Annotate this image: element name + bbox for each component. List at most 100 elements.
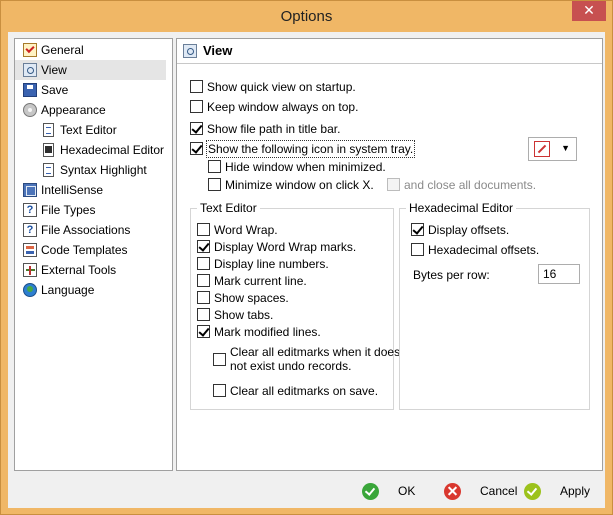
- checkbox-label: Clear all editmarks on save.: [230, 384, 379, 398]
- options-window: Options ✕ General View Save Appearance T…: [0, 0, 613, 515]
- nav-item-file-associations[interactable]: ? File Associations: [15, 220, 166, 240]
- title-bar[interactable]: Options ✕: [1, 1, 612, 32]
- text-editor-group: Text Editor Word Wrap. Display Word Wrap…: [190, 201, 400, 410]
- tools-icon: [23, 263, 37, 277]
- nav-label: Language: [41, 283, 95, 297]
- checkbox-box[interactable]: [197, 240, 210, 253]
- bytes-per-row-label: Bytes per row:: [413, 268, 490, 282]
- checkbox-label: Show quick view on startup.: [207, 80, 356, 94]
- nav-label: General: [41, 43, 84, 57]
- nav-label: File Types: [41, 203, 96, 217]
- category-tree: General View Save Appearance Text Editor…: [14, 38, 173, 471]
- view-settings-panel: View Show quick view on startup. Keep wi…: [176, 38, 603, 471]
- nav-item-save[interactable]: Save: [15, 80, 166, 100]
- nav-item-language[interactable]: Language: [15, 280, 166, 300]
- apply-label: Apply: [560, 484, 591, 498]
- checkbox-box: [387, 178, 400, 191]
- intellisense-icon: [23, 183, 37, 197]
- checkbox-box[interactable]: [213, 384, 226, 397]
- group-title: Text Editor: [197, 201, 260, 215]
- checkbox-label: Hide window when minimized.: [225, 160, 386, 174]
- apply-button[interactable]: Apply: [524, 482, 590, 502]
- checkbox-label: Keep window always on top.: [207, 100, 359, 114]
- checkbox-box[interactable]: [197, 223, 210, 236]
- nav-item-file-types[interactable]: ? File Types: [15, 200, 166, 220]
- nav-item-syntax-highlight[interactable]: Syntax Highlight: [15, 160, 166, 180]
- ok-button[interactable]: OK: [362, 482, 422, 502]
- tray-icon-select[interactable]: ▼: [528, 137, 577, 161]
- ok-check-icon: [362, 483, 379, 500]
- appearance-icon: [23, 103, 37, 117]
- bytes-per-row-input[interactable]: 16: [538, 264, 580, 284]
- checkbox-label: Hexadecimal offsets.: [428, 243, 540, 257]
- nav-label: Hexadecimal Editor: [60, 143, 165, 157]
- checkbox-label: Minimize window on click X.: [225, 178, 374, 192]
- nav-item-code-templates[interactable]: Code Templates: [15, 240, 166, 260]
- template-icon: [23, 243, 37, 257]
- hex-document-icon: [43, 143, 54, 157]
- checkbox-box[interactable]: [197, 308, 210, 321]
- save-icon: [23, 83, 37, 97]
- panel-title: View: [203, 43, 233, 58]
- document-icon: [43, 163, 54, 177]
- checkbox-label: Clear all editmarks when it does not exis…: [230, 345, 400, 373]
- nav-label: Syntax Highlight: [60, 163, 147, 177]
- checkbox-label: Word Wrap.: [214, 223, 278, 237]
- checkbox-label: Show spaces.: [214, 291, 289, 305]
- nav-item-intellisense[interactable]: IntelliSense: [15, 180, 166, 200]
- document-icon: [43, 123, 54, 137]
- checkbox-box[interactable]: [213, 353, 226, 366]
- nav-label: View: [41, 63, 67, 77]
- checkbox-box[interactable]: [411, 243, 424, 256]
- checkbox-box[interactable]: [190, 80, 203, 93]
- close-button[interactable]: ✕: [572, 1, 606, 21]
- help-icon: ?: [23, 203, 37, 217]
- nav-label: Code Templates: [41, 243, 128, 257]
- apply-check-icon: [524, 483, 541, 500]
- group-title: Hexadecimal Editor: [406, 201, 517, 215]
- checkbox-box[interactable]: [190, 100, 203, 113]
- nav-item-external-tools[interactable]: External Tools: [15, 260, 166, 280]
- checkbox-label-line1: Clear all editmarks when it does: [230, 345, 401, 359]
- dialog-client: General View Save Appearance Text Editor…: [8, 32, 605, 508]
- checkbox-label-line2: not exist undo records.: [230, 359, 352, 373]
- pencil-icon: [534, 141, 550, 157]
- checkbox-label: Display Word Wrap marks.: [214, 240, 357, 254]
- checkbox-box[interactable]: [190, 122, 203, 135]
- checkbox-label: Show tabs.: [214, 308, 274, 322]
- checkbox-box[interactable]: [190, 142, 203, 155]
- cancel-button[interactable]: Cancel: [444, 482, 518, 502]
- hex-editor-group: Hexadecimal Editor Display offsets. Hexa…: [399, 201, 590, 410]
- cancel-x-icon: [444, 483, 461, 500]
- view-icon: [183, 44, 197, 58]
- nav-label: Text Editor: [60, 123, 117, 137]
- help-icon: ?: [23, 223, 37, 237]
- nav-label: Save: [41, 83, 69, 97]
- nav-item-text-editor[interactable]: Text Editor: [15, 120, 166, 140]
- checkbox-label: and close all documents.: [404, 178, 537, 192]
- nav-item-view[interactable]: View: [15, 60, 166, 80]
- checkbox-box[interactable]: [208, 160, 221, 173]
- checkbox-box[interactable]: [208, 178, 221, 191]
- checkbox-label: Mark modified lines.: [214, 325, 321, 339]
- nav-label: IntelliSense: [41, 183, 104, 197]
- checkbox-label: Display line numbers.: [214, 257, 329, 271]
- globe-icon: [23, 283, 37, 297]
- window-title: Options: [280, 8, 333, 25]
- nav-item-appearance[interactable]: Appearance: [15, 100, 166, 120]
- nav-label: File Associations: [41, 223, 131, 237]
- checkbox-box[interactable]: [197, 325, 210, 338]
- chevron-down-icon: ▼: [561, 143, 570, 153]
- nav-item-general[interactable]: General: [15, 40, 166, 60]
- checkbox-box[interactable]: [197, 291, 210, 304]
- checkbox-box[interactable]: [197, 257, 210, 270]
- checkbox-label: Show file path in title bar.: [207, 122, 341, 136]
- checkbox-box[interactable]: [411, 223, 424, 236]
- checkbox-box[interactable]: [197, 274, 210, 287]
- checkbox-label: Display offsets.: [428, 223, 510, 237]
- view-icon: [23, 63, 37, 77]
- checkbox-label: Mark current line.: [214, 274, 307, 288]
- nav-label: Appearance: [41, 103, 106, 117]
- nav-item-hexadecimal-editor[interactable]: Hexadecimal Editor: [15, 140, 166, 160]
- cancel-label: Cancel: [480, 484, 518, 498]
